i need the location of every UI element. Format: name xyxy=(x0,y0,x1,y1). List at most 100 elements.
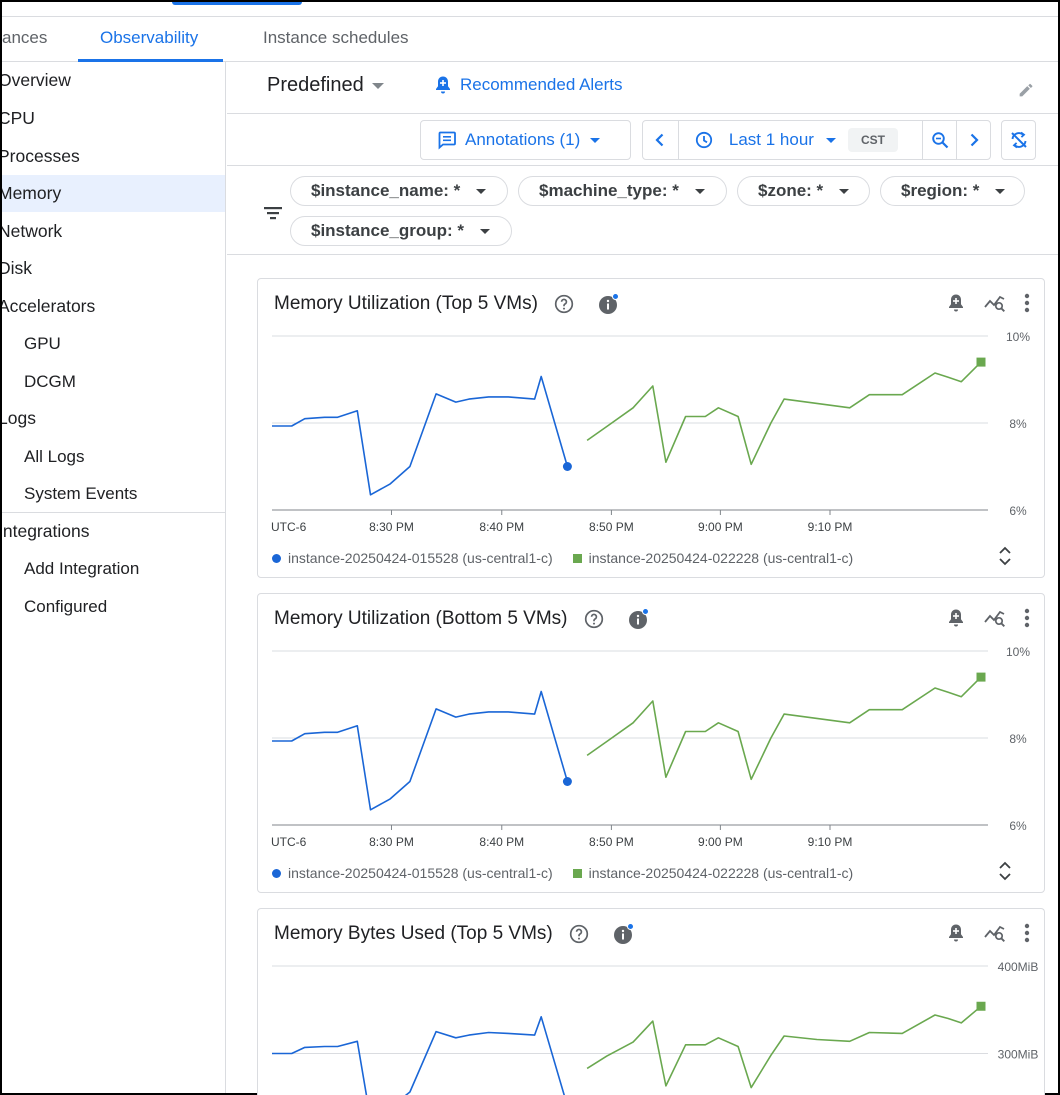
explore-metrics-icon[interactable] xyxy=(984,608,1006,628)
tab-instance-schedules[interactable]: Instance schedules xyxy=(263,17,409,61)
sidebar-item-add-integration[interactable]: Add Integration xyxy=(2,550,225,587)
sidebar-item-configured[interactable]: Configured xyxy=(2,588,225,625)
legend-label[interactable]: instance-20250424-015528 (us-central1-c) xyxy=(288,865,553,881)
y-tick-label: 6% xyxy=(1009,504,1027,518)
sidebar-item-accelerators[interactable]: Accelerators xyxy=(2,288,225,325)
chart-title: Memory Utilization (Top 5 VMs) xyxy=(274,293,538,314)
help-icon[interactable] xyxy=(554,294,574,314)
tab-instances[interactable]: ances xyxy=(2,17,47,61)
filter-chip-machine-type[interactable]: $machine_type: * xyxy=(518,176,727,206)
sidebar-item-logs[interactable]: Logs xyxy=(2,400,225,437)
sidebar-item-dcgm[interactable]: DCGM xyxy=(2,363,225,400)
tab-observability[interactable]: Observability xyxy=(77,17,224,62)
time-range-selector[interactable]: Last 1 hour CST xyxy=(679,121,922,159)
zoom-magnifier-icon xyxy=(931,132,948,149)
chart-title: Memory Utilization (Bottom 5 VMs) xyxy=(274,608,568,629)
sidebar-item-network[interactable]: Network xyxy=(2,213,225,250)
main-content: Predefined Recommended Alerts Annotation… xyxy=(227,62,1058,1095)
chevron-down-icon xyxy=(825,137,836,143)
info-icon[interactable] xyxy=(598,293,620,315)
time-forward-button[interactable] xyxy=(957,121,990,159)
filter-chip-zone[interactable]: $zone: * xyxy=(737,176,870,206)
dashboard-header: Predefined Recommended Alerts xyxy=(227,62,1058,114)
y-tick-label: 10% xyxy=(1006,330,1030,344)
x-tick-label: 8:30 PM xyxy=(369,835,414,849)
y-tick-label: 300MiB xyxy=(998,1048,1039,1062)
filter-chip-label: $region: * xyxy=(901,181,980,200)
chevron-right-icon xyxy=(970,133,979,147)
auto-refresh-off-button[interactable] xyxy=(1001,120,1036,160)
time-back-button[interactable] xyxy=(643,121,678,159)
sync-disabled-icon xyxy=(1010,131,1027,149)
chart-actions xyxy=(946,293,1030,313)
legend-label[interactable]: instance-20250424-022228 (us-central1-c) xyxy=(589,865,854,881)
add-alert-icon[interactable] xyxy=(946,923,966,943)
x-tick-label: 9:00 PM xyxy=(698,520,743,534)
annotations-label: Annotations (1) xyxy=(465,130,581,149)
sidebar-item-cpu[interactable]: CPU xyxy=(2,100,225,137)
sidebar-item-all-logs[interactable]: All Logs xyxy=(2,438,225,475)
chevron-down-icon xyxy=(590,137,601,143)
sidebar-item-disk[interactable]: Disk xyxy=(2,250,225,287)
y-tick-label: 6% xyxy=(1009,819,1027,833)
chart-card: 10% 8% 6% UTC-6 8:30 PM 8:40 PM 8:50 PM 9:00 PM… xyxy=(257,278,1045,578)
edit-pencil-icon[interactable] xyxy=(1016,78,1038,100)
x-tick-label: 8:50 PM xyxy=(589,520,634,534)
recommended-alerts-link[interactable]: Recommended Alerts xyxy=(434,75,623,95)
filter-chip-instance-group[interactable]: $instance_group: * xyxy=(290,216,512,246)
recommended-alerts-label: Recommended Alerts xyxy=(460,75,623,94)
legend-label[interactable]: instance-20250424-022228 (us-central1-c) xyxy=(589,550,854,566)
series-end-point xyxy=(976,357,986,367)
chart-actions xyxy=(946,923,1030,943)
add-alert-icon[interactable] xyxy=(946,293,966,313)
legend-label[interactable]: instance-20250424-015528 (us-central1-c) xyxy=(288,550,553,566)
filter-chip-instance-name[interactable]: $instance_name: * xyxy=(290,176,508,206)
sidebar-item-system-events[interactable]: System Events xyxy=(2,475,225,512)
filter-chip-label: $instance_name: * xyxy=(311,181,461,200)
sidebar-item-integrations[interactable]: Integrations xyxy=(2,513,225,550)
sidebar-item-overview[interactable]: Overview xyxy=(2,62,225,99)
sidebar-item-gpu[interactable]: GPU xyxy=(2,325,225,362)
x-tick-label: 8:40 PM xyxy=(479,835,524,849)
alert-bell-icon xyxy=(436,76,450,94)
timezone-label: UTC-6 xyxy=(271,835,307,849)
series-end-point xyxy=(562,462,572,471)
annotations-button[interactable]: Annotations (1) xyxy=(420,120,631,160)
series-line xyxy=(586,676,982,781)
more-vert-icon[interactable] xyxy=(1024,293,1030,313)
legend-marker-square xyxy=(572,868,582,878)
info-icon[interactable] xyxy=(613,923,635,945)
series-line xyxy=(586,1005,982,1089)
y-tick-label: 8% xyxy=(1009,417,1027,431)
sidebar-item-processes[interactable]: Processes xyxy=(2,138,225,175)
more-vert-icon[interactable] xyxy=(1024,923,1030,943)
filter-chip-label: $instance_group: * xyxy=(311,221,465,240)
y-tick-label: 10% xyxy=(1006,645,1030,659)
filter-chip-region[interactable]: $region: * xyxy=(880,176,1025,206)
chart-plot: 10% 8% 6% UTC-6 8:30 PM 8:40 PM 8:50 PM 9:00 PM… xyxy=(271,645,1030,849)
chart-title: Memory Bytes Used (Top 5 VMs) xyxy=(274,923,553,944)
help-icon[interactable] xyxy=(584,609,604,629)
help-icon[interactable] xyxy=(569,924,589,944)
filter-list-icon[interactable] xyxy=(263,205,283,221)
unfold-more-icon[interactable] xyxy=(998,860,1012,882)
chevron-down-icon xyxy=(694,188,705,194)
info-icon[interactable] xyxy=(628,608,650,630)
chevron-down-icon xyxy=(839,188,850,194)
explore-metrics-icon[interactable] xyxy=(984,923,1006,943)
more-vert-icon[interactable] xyxy=(1024,608,1030,628)
x-tick-label: 8:50 PM xyxy=(589,835,634,849)
explore-metrics-icon[interactable] xyxy=(984,293,1006,313)
chevron-down-icon xyxy=(995,188,1006,194)
dashboard-selector[interactable]: Predefined xyxy=(267,74,384,97)
time-range-label: Last 1 hour xyxy=(728,130,814,149)
zoom-button[interactable] xyxy=(923,121,956,159)
unfold-more-icon[interactable] xyxy=(998,545,1012,567)
add-alert-icon[interactable] xyxy=(946,608,966,628)
series-end-point xyxy=(976,1001,986,1011)
chart-legend: instance-20250424-015528 (us-central1-c)… xyxy=(272,865,853,881)
chart-plot: 10% 8% 6% UTC-6 8:30 PM 8:40 PM 8:50 PM 9:00 PM… xyxy=(271,330,1030,534)
filter-chip-label: $machine_type: * xyxy=(539,181,679,200)
x-tick-label: 9:10 PM xyxy=(808,835,853,849)
sidebar-item-memory[interactable]: Memory xyxy=(2,175,225,212)
